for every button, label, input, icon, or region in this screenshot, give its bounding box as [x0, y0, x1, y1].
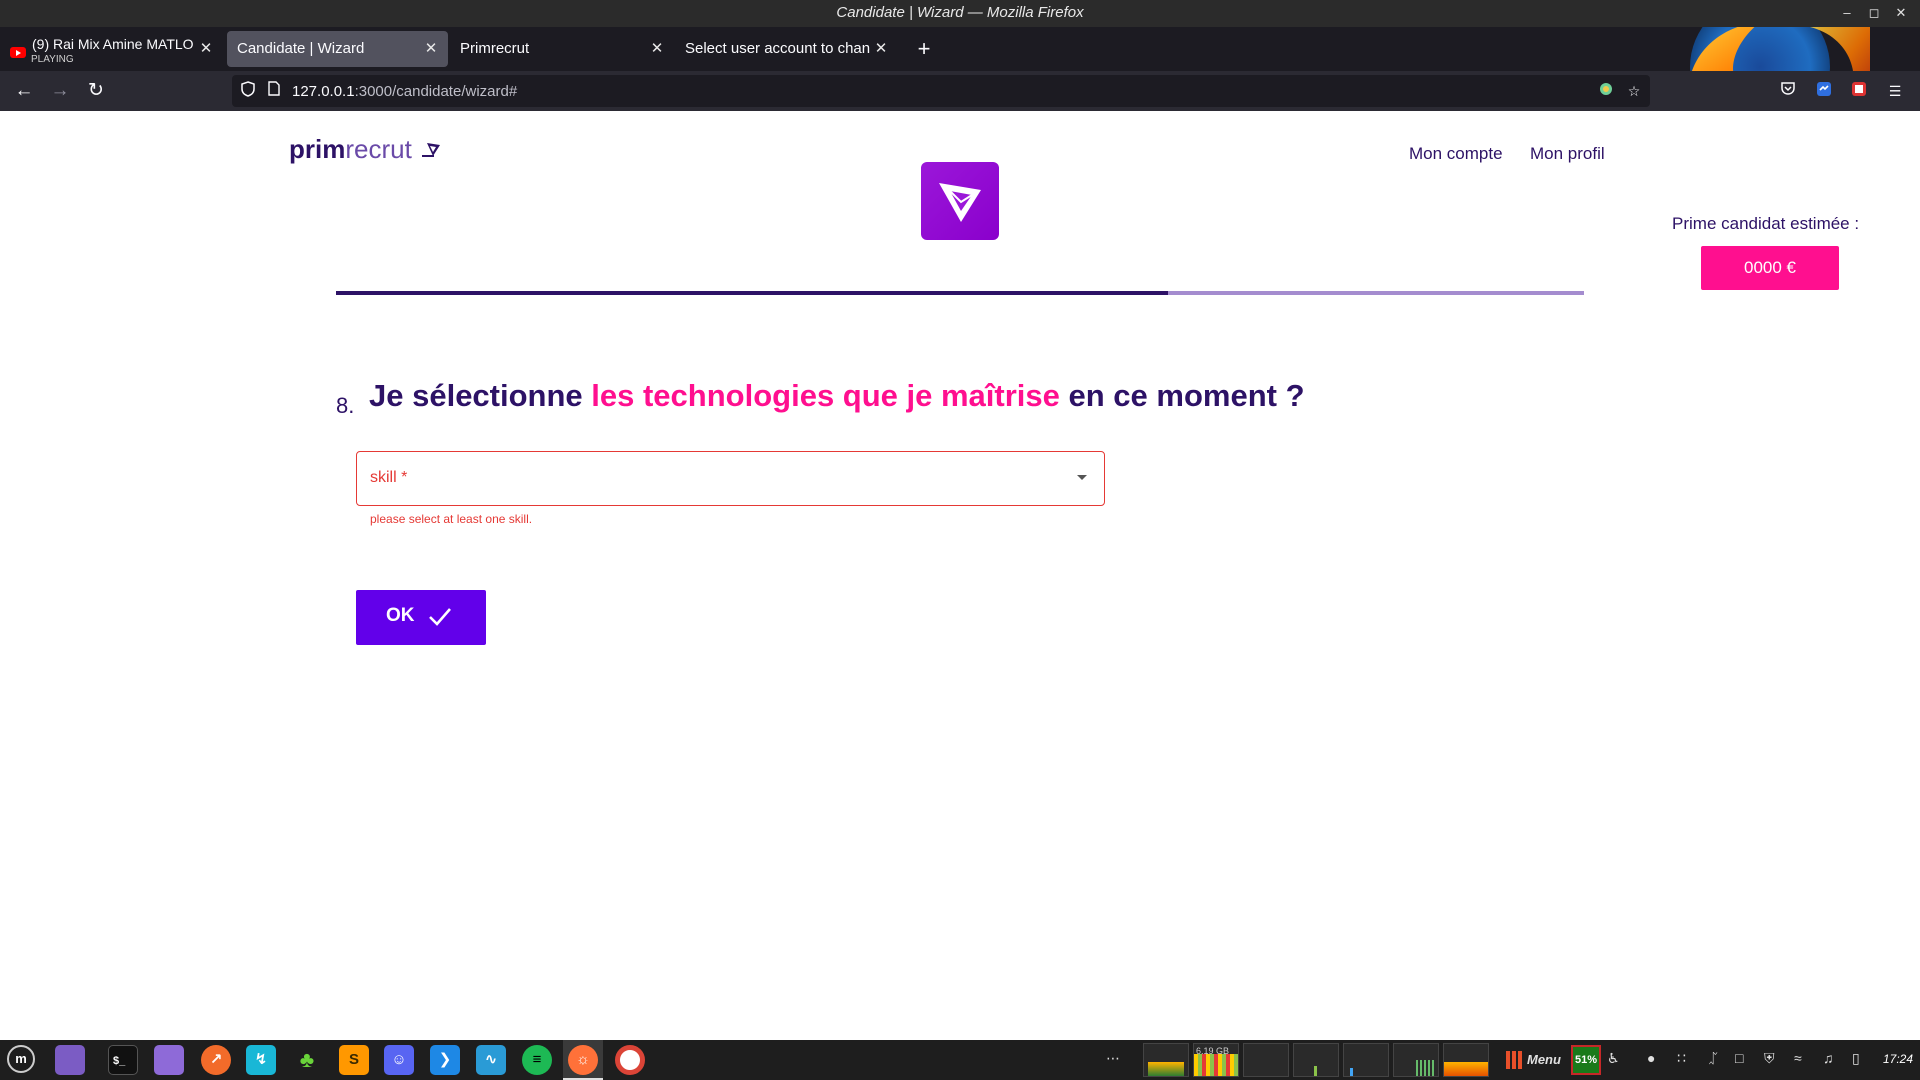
brand-logo[interactable]: primrecrut	[289, 134, 412, 165]
brand-name-light: recrut	[345, 134, 412, 164]
more-icon[interactable]: ⋯	[1106, 1050, 1120, 1067]
wireshark-icon[interactable]: ∿	[476, 1045, 506, 1075]
ok-button[interactable]: OK	[356, 590, 486, 645]
bluetooth-icon[interactable]: ᛢ	[1709, 1050, 1717, 1066]
tab-primrecrut[interactable]: Primrecrut ✕	[450, 31, 672, 67]
window-title: Candidate | Wizard — Mozilla Firefox	[836, 4, 1084, 21]
skill-select-label: skill *	[370, 469, 408, 486]
load-graph	[1393, 1043, 1439, 1077]
question-text-part1: Je sélectionne	[369, 378, 592, 413]
temp-graph	[1443, 1043, 1489, 1077]
window-titlebar: Candidate | Wizard — Mozilla Firefox – ◻…	[0, 0, 1920, 27]
firefox-icon[interactable]: ☼	[568, 1045, 598, 1075]
question-text-part2: en ce moment ?	[1059, 378, 1305, 413]
mon-compte-link[interactable]: Mon compte	[1409, 144, 1503, 164]
reload-icon[interactable]: ↻	[82, 77, 110, 105]
extension-red-icon[interactable]	[1849, 81, 1869, 101]
sublime-text-icon[interactable]: S	[339, 1045, 369, 1075]
youtube-icon	[10, 47, 26, 58]
close-window-icon[interactable]: ✕	[1891, 3, 1911, 23]
brand-name-bold: prim	[289, 134, 346, 164]
terminal-icon[interactable]: $_	[108, 1045, 138, 1075]
question-title: Je sélectionne les technologies que je m…	[369, 378, 1305, 414]
chrome-icon[interactable]	[615, 1045, 645, 1075]
insomnia-icon[interactable]: ↯	[246, 1045, 276, 1075]
prime-value-badge: 0000 €	[1701, 246, 1839, 290]
mint-menu-icon[interactable]: m	[7, 1045, 35, 1073]
tab-label: Select user account to chan	[685, 40, 871, 57]
close-tab-icon[interactable]: ✕	[647, 39, 667, 59]
pocket-icon[interactable]	[1778, 81, 1798, 101]
ok-button-label: OK	[386, 605, 415, 626]
apps-grid-icon[interactable]	[1506, 1051, 1524, 1069]
spotify-icon[interactable]: ≡	[522, 1045, 552, 1075]
chevron-down-icon	[1077, 475, 1087, 480]
maximize-icon[interactable]: ◻	[1864, 3, 1884, 23]
vscode-icon[interactable]: ❯	[430, 1045, 460, 1075]
accessibility-icon[interactable]: ♿	[1607, 1050, 1620, 1067]
tab-select-user-account[interactable]: Select user account to chan ✕	[675, 31, 897, 67]
close-tab-icon[interactable]: ✕	[421, 39, 441, 59]
app-logo-icon	[921, 162, 999, 240]
close-tab-icon[interactable]: ✕	[196, 39, 216, 59]
extension-icon[interactable]	[1596, 81, 1616, 101]
minimize-icon[interactable]: –	[1837, 3, 1857, 23]
url-text[interactable]: 127.0.0.1:3000/candidate/wizard#	[292, 83, 517, 100]
swap-graph	[1243, 1043, 1289, 1077]
battery-badge[interactable]: 51%	[1571, 1045, 1601, 1075]
shield-icon[interactable]	[238, 81, 258, 101]
page-icon	[264, 81, 284, 101]
mon-profil-link[interactable]: Mon profil	[1530, 144, 1605, 164]
page-content: primrecrut Mon compte Mon profil Prime c…	[0, 111, 1920, 1040]
memory-graph: 6.19 GB	[1193, 1043, 1239, 1077]
network-graph	[1343, 1043, 1389, 1077]
gitkraken-icon[interactable]: ♣	[292, 1045, 322, 1075]
tab-playing-status: PLAYING	[31, 54, 74, 65]
file-manager-icon[interactable]	[55, 1045, 85, 1075]
hamburger-menu-icon[interactable]: ☰	[1885, 81, 1905, 101]
tab-label: Primrecrut	[460, 40, 530, 57]
clipboard-icon[interactable]: □	[1735, 1050, 1743, 1066]
folder-icon[interactable]	[154, 1045, 184, 1075]
address-bar[interactable]: 127.0.0.1:3000/candidate/wizard# ☆	[232, 75, 1650, 107]
progress-bar-fill	[336, 291, 1169, 295]
close-tab-icon[interactable]: ✕	[871, 39, 891, 59]
wifi-icon[interactable]: ≈	[1794, 1050, 1802, 1066]
back-arrow-icon[interactable]: ←	[10, 77, 38, 105]
question-number: 8.	[336, 393, 355, 418]
progress-bar	[336, 291, 1584, 295]
security-shield-icon[interactable]: ⛨	[1764, 1050, 1775, 1067]
forward-arrow-icon[interactable]: →	[46, 77, 74, 105]
postman-icon[interactable]: ↗	[201, 1045, 231, 1075]
tab-label: Candidate | Wizard	[237, 40, 365, 57]
checkmark-icon	[429, 608, 451, 626]
brand-mark-icon	[422, 143, 440, 157]
tab-label: (9) Rai Mix Amine MATLO	[32, 36, 194, 52]
skill-select[interactable]: skill *	[356, 451, 1105, 506]
prime-label: Prime candidat estimée :	[1672, 214, 1860, 233]
clock[interactable]: 17:24	[1883, 1052, 1913, 1066]
taskbar: m $_ ↗ ↯ ♣ S ☺ ❯ ∿ ≡ ☼ ⋯ 6.19 GB Menu 51…	[0, 1040, 1920, 1080]
keyboard-icon[interactable]: ∷	[1677, 1050, 1686, 1067]
navigation-bar: ← → ↻ 127.0.0.1:3000/candidate/wizard# ☆…	[0, 71, 1920, 111]
menu-label[interactable]: Menu	[1527, 1052, 1561, 1067]
new-tab-button[interactable]: +	[910, 35, 938, 63]
extension-blue-icon[interactable]	[1814, 81, 1834, 101]
tab-strip: (9) Rai Mix Amine MATLO PLAYING ✕ Candid…	[0, 27, 1920, 71]
bookmark-star-icon[interactable]: ☆	[1624, 81, 1644, 101]
user-icon[interactable]: ●	[1647, 1050, 1655, 1066]
disk-graph	[1293, 1043, 1339, 1077]
question-text-highlight: les technologies que je maîtrise	[591, 378, 1060, 413]
skill-error-message: please select at least one skill.	[370, 512, 533, 526]
tab-candidate-wizard[interactable]: Candidate | Wizard ✕	[227, 31, 448, 67]
discord-icon[interactable]: ☺	[384, 1045, 414, 1075]
battery-icon[interactable]: ▯	[1852, 1050, 1860, 1067]
cpu-graph	[1143, 1043, 1189, 1077]
tab-youtube[interactable]: (9) Rai Mix Amine MATLO PLAYING ✕	[0, 31, 220, 67]
sound-icon[interactable]: ♫	[1823, 1050, 1834, 1066]
